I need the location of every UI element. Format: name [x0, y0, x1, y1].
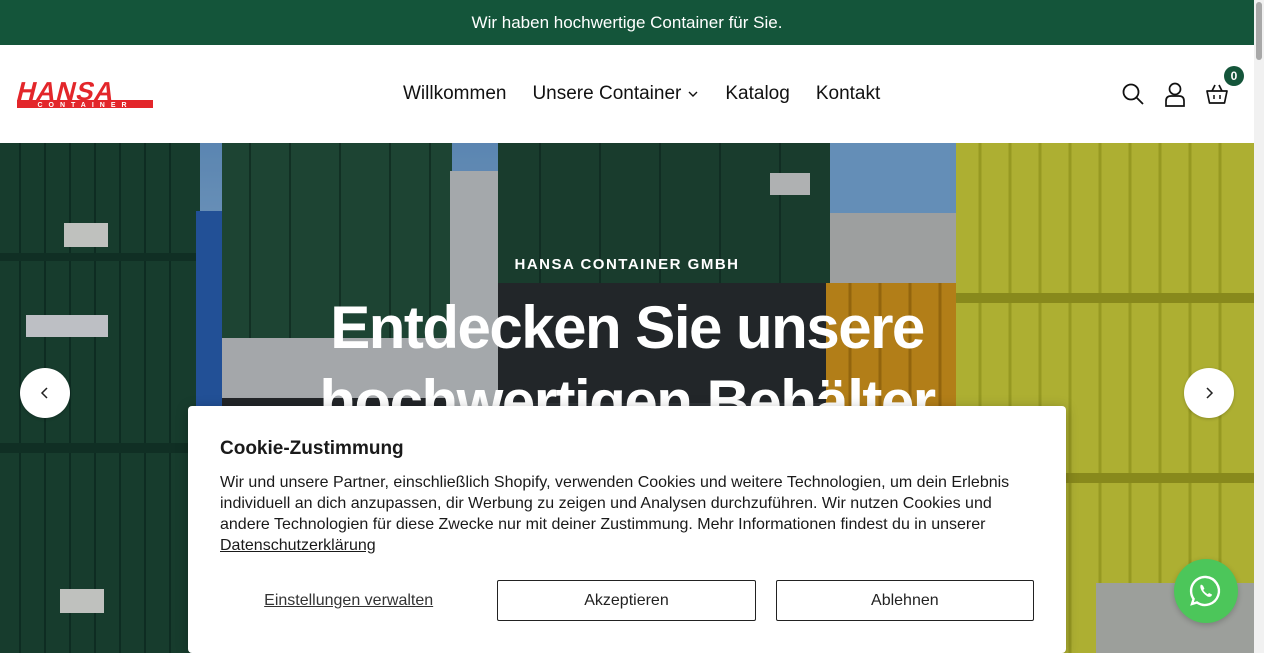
site-header: HANSA CONTAINER Willkommen Unsere Contai…: [0, 45, 1254, 143]
scrollbar-thumb[interactable]: [1256, 2, 1262, 60]
account-icon: [1165, 82, 1185, 107]
nav-willkommen-label: Willkommen: [403, 83, 507, 104]
header-icons: 0: [1120, 45, 1244, 143]
announcement-bar: Wir haben hochwertige Container für Sie.: [0, 0, 1254, 45]
chevron-left-icon: [40, 387, 48, 399]
chevron-right-icon: [1206, 387, 1214, 399]
cookie-title: Cookie-Zustimmung: [220, 438, 404, 459]
nav-unsere-container[interactable]: Unsere Container: [532, 83, 699, 105]
slide-next-button[interactable]: [1184, 368, 1234, 418]
cart-count-badge: 0: [1224, 66, 1244, 86]
account-button[interactable]: [1162, 81, 1188, 107]
nav-katalog-label: Katalog: [725, 83, 790, 104]
cookie-body-text: Wir und unsere Partner, einschließlich S…: [220, 474, 1010, 533]
svg-text:CONTAINER: CONTAINER: [37, 102, 132, 109]
accept-button[interactable]: Akzeptieren: [497, 580, 756, 621]
whatsapp-icon: [1189, 575, 1221, 607]
main-nav: Willkommen Unsere Container Katalog Kont…: [403, 45, 880, 143]
nav-unsere-container-label: Unsere Container: [532, 83, 682, 104]
nav-katalog[interactable]: Katalog: [725, 83, 789, 105]
nav-willkommen[interactable]: Willkommen: [403, 83, 506, 105]
page-scrollbar[interactable]: [1254, 0, 1264, 653]
logo[interactable]: HANSA CONTAINER: [14, 76, 155, 110]
nav-kontakt-label: Kontakt: [815, 83, 881, 104]
search-icon: [1122, 83, 1144, 105]
hero-title-line1: Entdecken Sie unsere: [330, 294, 925, 361]
announcement-text: Wir haben hochwertige Container für Sie.: [471, 12, 783, 32]
manage-settings-button[interactable]: Einstellungen verwalten: [220, 580, 477, 621]
privacy-policy-link[interactable]: Datenschutzerklärung: [220, 537, 376, 554]
hero-kicker: HANSA CONTAINER GMBH: [514, 256, 740, 273]
hansa-logo-graphic: HANSA CONTAINER: [14, 76, 153, 109]
decline-button[interactable]: Ablehnen: [775, 580, 1034, 621]
whatsapp-button[interactable]: [1174, 559, 1238, 623]
cookie-consent-dialog: Cookie-Zustimmung Wir und unsere Partner…: [188, 406, 1066, 653]
chevron-down-icon: [688, 91, 698, 97]
cart-button[interactable]: 0: [1204, 66, 1244, 107]
cookie-text: Wir und unsere Partner, einschließlich S…: [220, 472, 1035, 556]
search-button[interactable]: [1120, 81, 1146, 107]
slide-prev-button[interactable]: [20, 368, 70, 418]
cookie-actions: Einstellungen verwalten Akzeptieren Able…: [220, 580, 1034, 621]
nav-kontakt[interactable]: Kontakt: [816, 83, 880, 105]
cart-icon: [1206, 84, 1228, 104]
